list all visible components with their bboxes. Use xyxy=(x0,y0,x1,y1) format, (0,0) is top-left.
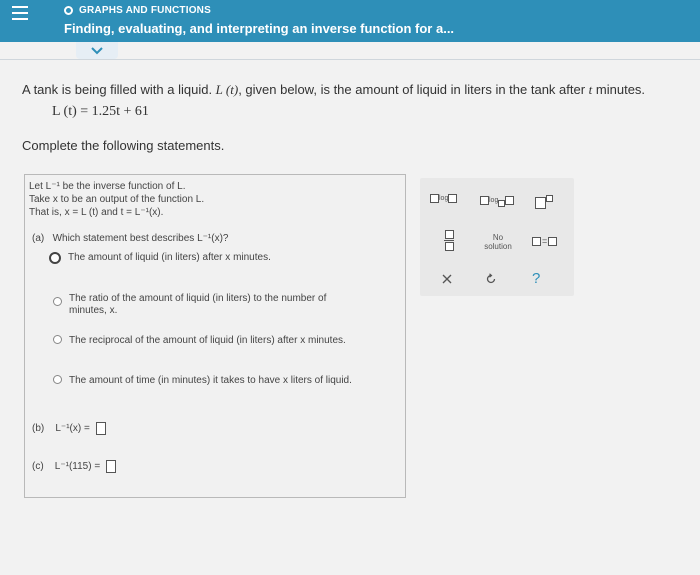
exponent-base-box-icon xyxy=(535,197,546,209)
log-subscript-box-icon xyxy=(498,200,506,207)
fraction-bar-icon xyxy=(444,240,454,241)
log-label: log xyxy=(439,195,449,202)
part-a-label: (a) xyxy=(32,233,45,244)
topic-row: GRAPHS AND FUNCTIONS xyxy=(64,3,211,17)
log-base-button[interactable]: log xyxy=(480,194,515,207)
log-base-label: log xyxy=(489,197,499,204)
part-b-label: (b) xyxy=(32,423,45,435)
menu-icon[interactable] xyxy=(12,6,28,22)
question-prompt: A tank is being filled with a liquid. L … xyxy=(22,82,645,98)
prompt-text-2: , given below, is the amount of liquid i… xyxy=(238,82,589,97)
option-2-label: The ratio of the amount of liquid (in li… xyxy=(69,293,327,316)
log-button[interactable]: log xyxy=(430,194,458,203)
chevron-down-icon xyxy=(91,46,103,54)
part-a-question: (a) Which statement best describes L⁻¹(x… xyxy=(32,233,228,244)
topic-label: GRAPHS AND FUNCTIONS xyxy=(79,4,211,16)
close-icon xyxy=(442,274,452,284)
no-solution-button[interactable]: No solution xyxy=(480,233,516,251)
given-line-1: Let L⁻¹ be the inverse function of L. xyxy=(29,181,186,192)
header-bar: GRAPHS AND FUNCTIONS Finding, evaluating… xyxy=(0,0,700,42)
log-base-argument-box-icon xyxy=(505,196,515,205)
part-a-text: Which statement best describes L⁻¹(x)? xyxy=(52,233,229,244)
equals-button[interactable]: = xyxy=(532,236,558,246)
divider xyxy=(0,59,700,60)
equals-right-box-icon xyxy=(548,236,558,246)
option-2-radio[interactable] xyxy=(53,297,62,306)
option-4-label: The amount of time (in minutes) it takes… xyxy=(69,375,352,386)
undo-icon xyxy=(486,273,496,284)
option-1-label: The amount of liquid (in liters) after x… xyxy=(68,252,271,263)
exponent-power-box-icon xyxy=(546,194,553,202)
exponent-button[interactable] xyxy=(535,193,553,209)
function-formula: L (t) = 1.25t + 61 xyxy=(52,104,149,119)
part-b: (b) L⁻¹(x) = xyxy=(32,422,106,435)
instruction-text: Complete the following statements. xyxy=(22,138,225,153)
part-c-expression: L⁻¹(115) = xyxy=(54,461,101,473)
option-4[interactable]: The amount of time (in minutes) it takes… xyxy=(53,375,352,387)
fraction-numerator-box-icon xyxy=(444,230,454,239)
answer-area: Let L⁻¹ be the inverse function of L. Ta… xyxy=(24,174,406,498)
part-b-expression: L⁻¹(x) = xyxy=(55,423,90,435)
equals-label: = xyxy=(542,236,548,246)
topic-status-icon xyxy=(64,5,73,15)
option-1[interactable]: The amount of liquid (in liters) after x… xyxy=(49,252,271,264)
equals-left-box-icon xyxy=(532,236,541,246)
log-argument-box-icon xyxy=(430,194,439,203)
fraction-denominator-box-icon xyxy=(444,242,454,251)
math-palette: log log No solution = ? xyxy=(420,178,574,296)
collapse-button[interactable] xyxy=(76,42,118,59)
help-button[interactable]: ? xyxy=(532,270,540,287)
given-line-3: That is, x = L (t) and t = L⁻¹(x). xyxy=(29,207,164,218)
option-2[interactable]: The ratio of the amount of liquid (in li… xyxy=(53,293,363,317)
page-title: Finding, evaluating, and interpreting an… xyxy=(64,21,455,36)
option-3[interactable]: The reciprocal of the amount of liquid (… xyxy=(53,335,346,347)
part-c-label: (c) xyxy=(32,461,44,473)
part-c-answer-field[interactable] xyxy=(105,460,116,473)
part-c: (c) L⁻¹(115) = xyxy=(32,460,116,473)
prompt-text-1: A tank is being filled with a liquid. xyxy=(22,82,216,97)
clear-button[interactable] xyxy=(442,274,452,284)
fraction-button[interactable] xyxy=(444,230,454,251)
option-3-radio[interactable] xyxy=(53,335,62,344)
function-name: L (t) xyxy=(215,82,239,97)
undo-button[interactable] xyxy=(485,273,497,285)
option-3-label: The reciprocal of the amount of liquid (… xyxy=(69,335,346,346)
part-b-answer-field[interactable] xyxy=(95,422,106,435)
prompt-text-3: minutes. xyxy=(592,82,646,97)
given-line-2: Take x to be an output of the function L… xyxy=(29,194,205,205)
log-base-box-icon xyxy=(480,196,489,205)
option-1-radio[interactable] xyxy=(49,252,61,264)
option-4-radio[interactable] xyxy=(53,375,62,384)
log-argument-box-icon xyxy=(448,194,458,203)
